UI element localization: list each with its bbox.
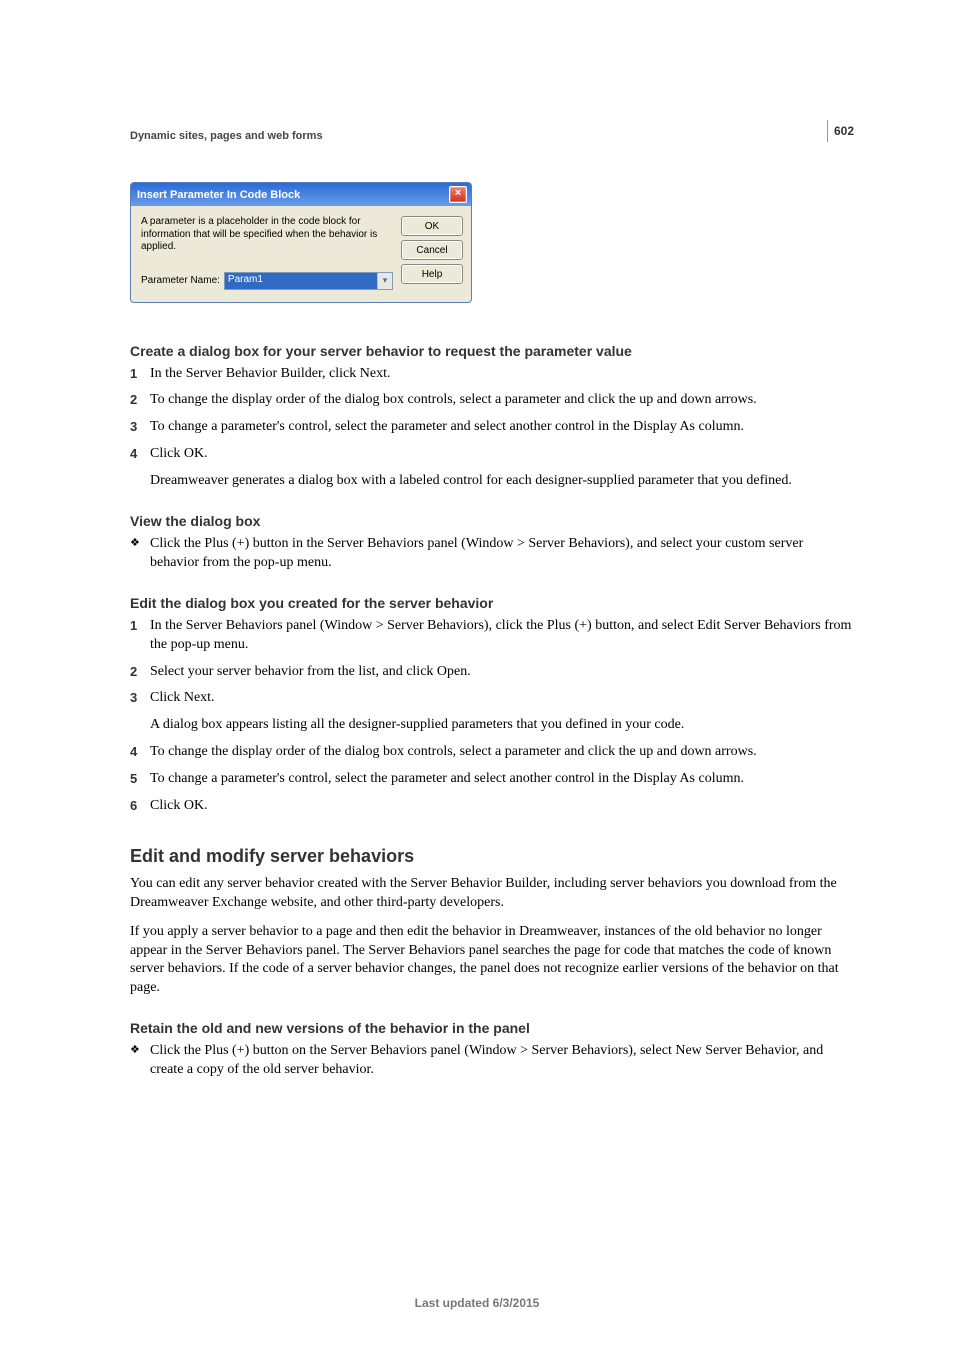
help-button[interactable]: Help (401, 264, 463, 284)
list-item: Click OK. (130, 797, 854, 816)
step-subtext: Dreamweaver generates a dialog box with … (150, 472, 854, 491)
list-item: Click OK. Dreamweaver generates a dialog… (130, 445, 854, 491)
list-item: Select your server behavior from the lis… (130, 663, 854, 682)
list-item: In the Server Behaviors panel (Window > … (130, 617, 854, 655)
body-paragraph: You can edit any server behavior created… (130, 875, 854, 913)
breadcrumb: Dynamic sites, pages and web forms (130, 130, 854, 142)
list-item: To change the display order of the dialo… (130, 743, 854, 762)
parameter-name-combobox[interactable]: Param1 ▾ (224, 272, 393, 290)
list-item: To change a parameter's control, select … (130, 770, 854, 789)
heading-edit-modify: Edit and modify server behaviors (130, 846, 854, 867)
heading-retain: Retain the old and new versions of the b… (130, 1020, 854, 1036)
close-icon[interactable]: × (449, 186, 467, 203)
step-text: Click OK. (150, 446, 208, 461)
heading-edit-dialog: Edit the dialog box you created for the … (130, 595, 854, 611)
list-item: To change the display order of the dialo… (130, 391, 854, 410)
parameter-name-label: Parameter Name: (141, 275, 220, 286)
ok-button[interactable]: OK (401, 216, 463, 236)
chevron-down-icon[interactable]: ▾ (377, 273, 392, 289)
dialog-title: Insert Parameter In Code Block (137, 189, 300, 201)
heading-create-dialog: Create a dialog box for your server beha… (130, 343, 854, 359)
view-bullet: Click the Plus (+) button in the Server … (130, 535, 854, 573)
step-text: Click Next. (150, 690, 215, 705)
edit-steps-list: In the Server Behaviors panel (Window > … (130, 617, 854, 816)
create-steps-list: In the Server Behavior Builder, click Ne… (130, 365, 854, 491)
list-item: Click Next. A dialog box appears listing… (130, 689, 854, 735)
retain-bullet: Click the Plus (+) button on the Server … (130, 1042, 854, 1080)
footer-last-updated: Last updated 6/3/2015 (0, 1296, 954, 1310)
insert-parameter-dialog: Insert Parameter In Code Block × A param… (130, 182, 472, 303)
list-item: In the Server Behavior Builder, click Ne… (130, 365, 854, 384)
dialog-description: A parameter is a placeholder in the code… (141, 216, 393, 254)
list-item: To change a parameter's control, select … (130, 418, 854, 437)
cancel-button[interactable]: Cancel (401, 240, 463, 260)
body-paragraph: If you apply a server behavior to a page… (130, 923, 854, 999)
dialog-titlebar: Insert Parameter In Code Block × (131, 183, 471, 206)
heading-view-dialog: View the dialog box (130, 513, 854, 529)
step-subtext: A dialog box appears listing all the des… (150, 716, 854, 735)
parameter-name-value: Param1 (225, 273, 377, 289)
